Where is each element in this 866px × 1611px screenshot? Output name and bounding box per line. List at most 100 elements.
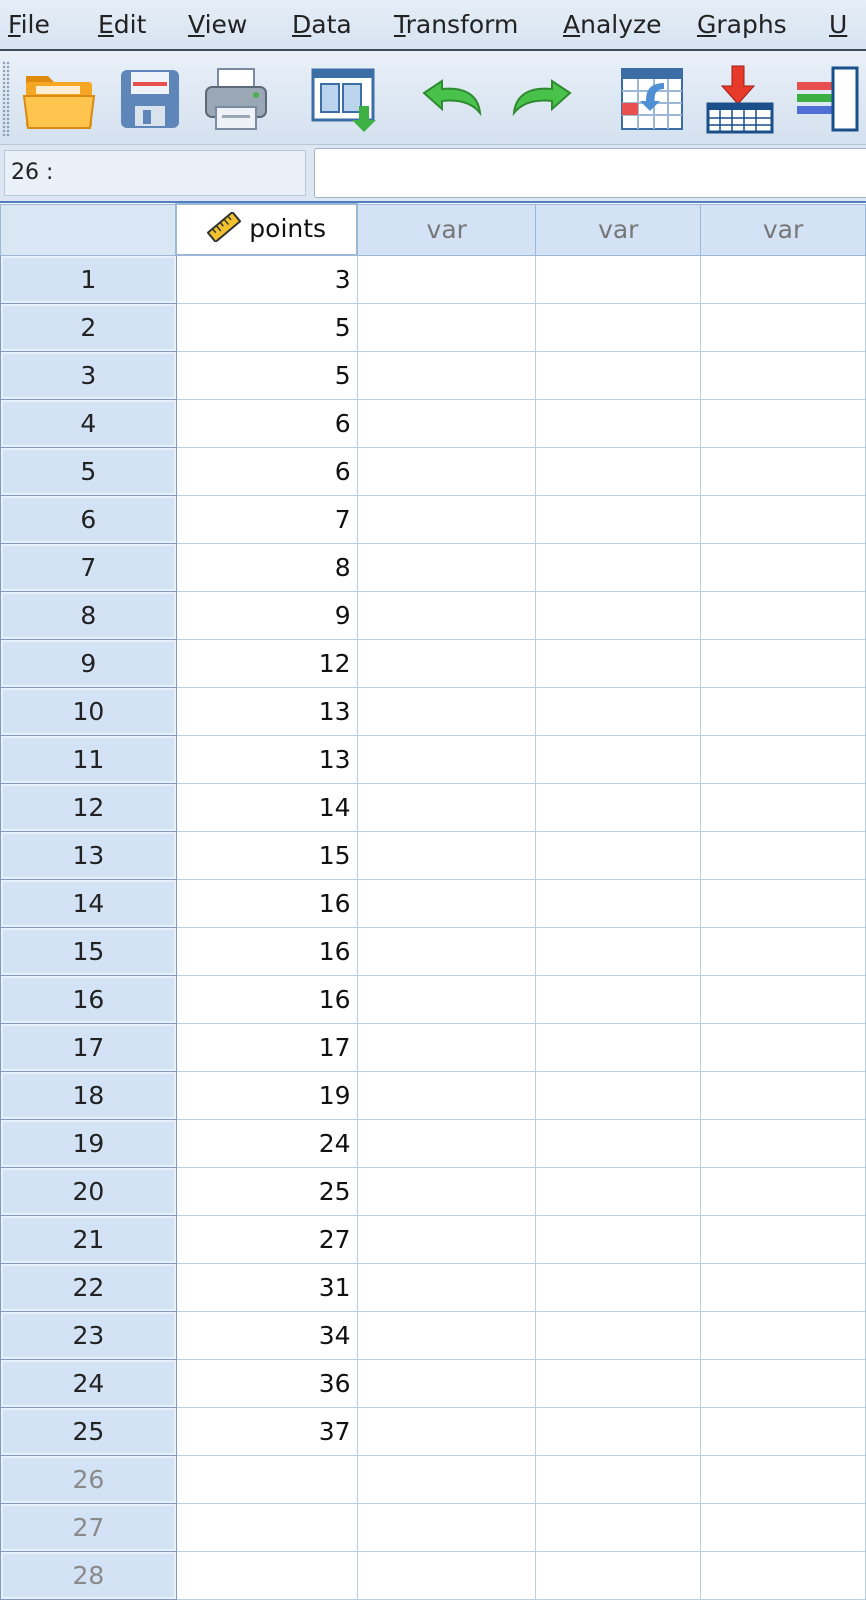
cell-points[interactable]: 13: [176, 735, 358, 784]
cell-var[interactable]: [357, 351, 537, 400]
cell-points[interactable]: [176, 1455, 358, 1504]
cell-var[interactable]: [700, 1359, 866, 1408]
cell-var[interactable]: [700, 447, 866, 496]
redo-icon[interactable]: [502, 59, 582, 139]
cell-var[interactable]: [700, 735, 866, 784]
cell-var[interactable]: [357, 1071, 537, 1120]
cell-var[interactable]: [700, 783, 866, 832]
cell-var[interactable]: [357, 1503, 537, 1552]
cell-var[interactable]: [357, 831, 537, 880]
cell-points[interactable]: [176, 1551, 358, 1600]
cell-var[interactable]: [535, 1311, 702, 1360]
row-header[interactable]: 8: [0, 590, 177, 640]
cell-var[interactable]: [535, 1023, 702, 1072]
cell-value-input[interactable]: [314, 148, 866, 198]
cell-var[interactable]: [535, 303, 702, 352]
cell-points[interactable]: 15: [176, 831, 358, 880]
cell-points[interactable]: 16: [176, 879, 358, 928]
cell-var[interactable]: [700, 591, 866, 640]
row-header[interactable]: 25: [0, 1406, 177, 1456]
insert-variable-icon[interactable]: [786, 59, 866, 139]
cell-points[interactable]: 34: [176, 1311, 358, 1360]
cell-var[interactable]: [700, 1215, 866, 1264]
row-header[interactable]: 9: [0, 638, 177, 688]
goto-case-icon[interactable]: [612, 59, 692, 139]
column-header-var[interactable]: var: [356, 203, 537, 256]
cell-var[interactable]: [535, 543, 702, 592]
cell-var[interactable]: [357, 1023, 537, 1072]
cell-var[interactable]: [700, 879, 866, 928]
cell-var[interactable]: [700, 975, 866, 1024]
cell-points[interactable]: 36: [176, 1359, 358, 1408]
cell-var[interactable]: [535, 1407, 702, 1456]
cell-var[interactable]: [357, 255, 537, 304]
row-header[interactable]: 22: [0, 1262, 177, 1312]
row-header[interactable]: 28: [0, 1550, 177, 1600]
cell-var[interactable]: [700, 351, 866, 400]
row-header[interactable]: 27: [0, 1502, 177, 1552]
row-header[interactable]: 12: [0, 782, 177, 832]
cell-var[interactable]: [700, 1071, 866, 1120]
cell-var[interactable]: [357, 1455, 537, 1504]
cell-var[interactable]: [535, 879, 702, 928]
row-header[interactable]: 19: [0, 1118, 177, 1168]
cell-points[interactable]: 24: [176, 1119, 358, 1168]
row-header[interactable]: 7: [0, 542, 177, 592]
row-header[interactable]: 11: [0, 734, 177, 784]
row-header[interactable]: 16: [0, 974, 177, 1024]
cell-points[interactable]: 31: [176, 1263, 358, 1312]
menu-graphs[interactable]: Graphs: [697, 10, 787, 39]
cell-var[interactable]: [535, 351, 702, 400]
cell-var[interactable]: [357, 783, 537, 832]
cell-var[interactable]: [700, 927, 866, 976]
cell-points[interactable]: 6: [176, 447, 358, 496]
grid-corner[interactable]: [0, 203, 177, 256]
cell-var[interactable]: [700, 255, 866, 304]
cell-var[interactable]: [535, 1071, 702, 1120]
cell-var[interactable]: [535, 1263, 702, 1312]
cell-var[interactable]: [357, 687, 537, 736]
cell-points[interactable]: 6: [176, 399, 358, 448]
cell-var[interactable]: [700, 1503, 866, 1552]
row-header[interactable]: 2: [0, 302, 177, 352]
cell-var[interactable]: [535, 639, 702, 688]
insert-cases-icon[interactable]: [700, 59, 780, 139]
cell-var[interactable]: [535, 1359, 702, 1408]
cell-var[interactable]: [700, 639, 866, 688]
cell-var[interactable]: [535, 1119, 702, 1168]
cell-var[interactable]: [700, 495, 866, 544]
cell-points[interactable]: 25: [176, 1167, 358, 1216]
cell-var[interactable]: [357, 1263, 537, 1312]
cell-points[interactable]: 5: [176, 351, 358, 400]
cell-var[interactable]: [357, 447, 537, 496]
cell-var[interactable]: [535, 1215, 702, 1264]
toolbar-grip[interactable]: [2, 61, 10, 136]
cell-points[interactable]: 16: [176, 975, 358, 1024]
menu-view[interactable]: View: [188, 10, 247, 39]
cell-var[interactable]: [535, 1167, 702, 1216]
cell-points[interactable]: [176, 1503, 358, 1552]
cell-points[interactable]: 13: [176, 687, 358, 736]
cell-var[interactable]: [535, 1503, 702, 1552]
save-icon[interactable]: [110, 59, 190, 139]
cell-points[interactable]: 12: [176, 639, 358, 688]
row-header[interactable]: 26: [0, 1454, 177, 1504]
row-header[interactable]: 4: [0, 398, 177, 448]
cell-var[interactable]: [357, 591, 537, 640]
cell-var[interactable]: [535, 735, 702, 784]
menu-file[interactable]: File: [8, 10, 50, 39]
cell-var[interactable]: [700, 1311, 866, 1360]
menu-utilities[interactable]: U: [829, 10, 847, 39]
menu-analyze[interactable]: Analyze: [563, 10, 662, 39]
cell-var[interactable]: [357, 1311, 537, 1360]
row-header[interactable]: 24: [0, 1358, 177, 1408]
cell-points[interactable]: 3: [176, 255, 358, 304]
cell-var[interactable]: [700, 1407, 866, 1456]
cell-var[interactable]: [357, 927, 537, 976]
row-header[interactable]: 1: [0, 254, 177, 304]
row-header[interactable]: 17: [0, 1022, 177, 1072]
menu-transform[interactable]: Transform: [394, 10, 518, 39]
cell-var[interactable]: [357, 879, 537, 928]
undo-icon[interactable]: [412, 59, 492, 139]
row-header[interactable]: 3: [0, 350, 177, 400]
